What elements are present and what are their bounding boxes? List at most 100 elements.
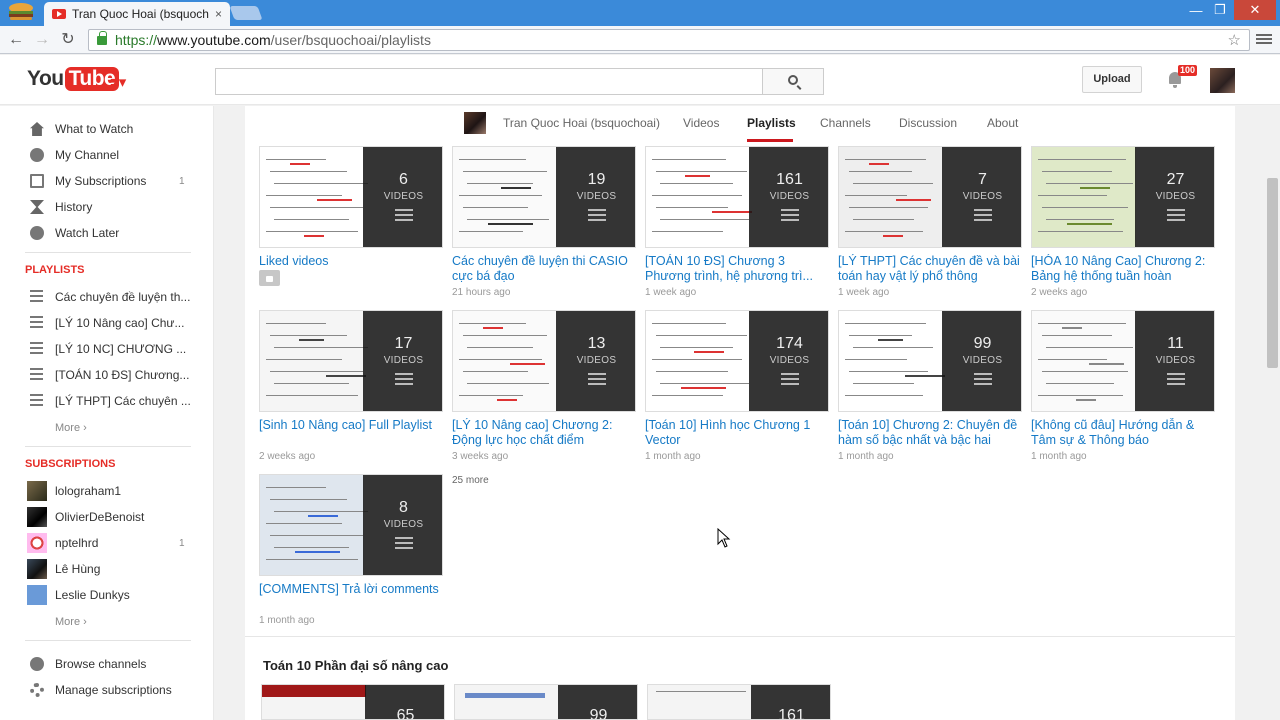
sidebar-item-what-to-watch[interactable]: What to Watch bbox=[0, 116, 214, 142]
playlist-thumbnail[interactable]: 11 VIDEOS bbox=[1031, 310, 1215, 412]
sidebar-playlist-item[interactable]: [LÝ 10 NC] CHƯƠNG ... bbox=[0, 336, 214, 362]
playlist-thumbnail[interactable]: 99 VIDEOS bbox=[838, 310, 1022, 412]
playlist-title-link[interactable]: [Sinh 10 Nâng cao] Full Playlist bbox=[259, 418, 443, 433]
subscription-avatar bbox=[27, 481, 47, 501]
playlist-card[interactable]: 174 VIDEOS [Toán 10] Hình học Chương 1 Vec… bbox=[645, 310, 829, 470]
youtube-logo[interactable]: You Tube bbox=[27, 67, 120, 91]
sidebar-item-manage-subscriptions[interactable]: Manage subscriptions bbox=[0, 677, 214, 703]
tab-close-icon[interactable]: × bbox=[215, 7, 222, 21]
browser-menu-icon[interactable] bbox=[1256, 32, 1272, 48]
playlist-card[interactable]: 161 VIDEOS [TOÁN 10 ĐS] Chương 3 Phương tr… bbox=[645, 146, 829, 306]
playlist-thumbnail[interactable]: 19 VIDEOS bbox=[452, 146, 636, 248]
sidebar-subscription-item[interactable]: Leslie Dunkys bbox=[0, 582, 214, 608]
playlist-updated-time: 1 month ago bbox=[259, 615, 315, 626]
playlist-icon bbox=[30, 290, 44, 304]
playlist-title-link[interactable]: Liked videos bbox=[259, 254, 443, 269]
upload-button[interactable]: Upload bbox=[1082, 66, 1142, 93]
video-count: 13 bbox=[587, 335, 606, 352]
playlist-thumbnail[interactable]: 174 VIDEOS bbox=[645, 310, 829, 412]
thumbnail-overlay: 17 VIDEOS bbox=[363, 311, 442, 411]
thumbnail-overlay: 99 bbox=[558, 685, 637, 719]
tab-channels[interactable]: Channels bbox=[820, 116, 871, 130]
browser-tab[interactable]: Tran Quoc Hoai (bsquoch × bbox=[44, 2, 230, 26]
section-heading[interactable]: Toán 10 Phần đại số nâng cao bbox=[263, 658, 448, 673]
thumbnail-preview bbox=[453, 147, 557, 247]
sidebar-divider bbox=[25, 446, 191, 447]
playlist-title-link[interactable]: Các chuyên đề luyện thi CASIO cực bá đạo bbox=[452, 254, 636, 284]
sidebar-playlist-item[interactable]: [LÝ 10 Nâng cao] Chư... bbox=[0, 310, 214, 336]
sidebar-subscription-item[interactable]: nptelhrd 1 bbox=[0, 530, 214, 556]
maximize-button[interactable]: ❐ bbox=[1208, 0, 1232, 20]
section-playlist-thumbnail[interactable]: 65 bbox=[261, 684, 445, 720]
video-count: 27 bbox=[1166, 171, 1185, 188]
more-playlists-count[interactable]: 25 more bbox=[452, 475, 489, 486]
sidebar-playlist-item[interactable]: Các chuyên đề luyện th... bbox=[0, 284, 214, 310]
minimize-button[interactable]: — bbox=[1184, 0, 1208, 20]
forward-button[interactable]: → bbox=[32, 30, 52, 50]
playlist-title-link[interactable]: [COMMENTS] Trả lời comments bbox=[259, 582, 443, 597]
playlist-card[interactable]: 99 VIDEOS [Toán 10] Chương 2: Chuyên đề hà… bbox=[838, 310, 1022, 470]
playlist-title-link[interactable]: [Toán 10] Hình học Chương 1 Vector bbox=[645, 418, 829, 448]
playlist-card[interactable]: 17 VIDEOS [Sinh 10 Nâng cao] Full Playlist… bbox=[259, 310, 443, 470]
playlists-section-title[interactable]: PLAYLISTS bbox=[25, 264, 85, 276]
reload-button[interactable]: ↻ bbox=[58, 30, 78, 50]
tab-about[interactable]: About bbox=[987, 116, 1018, 130]
playlist-card[interactable]: 19 VIDEOS Các chuyên đề luyện thi CASIO cự… bbox=[452, 146, 636, 306]
playlist-card[interactable]: 8 VIDEOS [COMMENTS] Trả lời comments 1 mont… bbox=[259, 474, 443, 634]
tab-videos[interactable]: Videos bbox=[683, 116, 719, 130]
playlist-title-link[interactable]: [HÓA 10 Nâng Cao] Chương 2: Bảng hệ thốn… bbox=[1031, 254, 1215, 284]
sidebar-item-browse-channels[interactable]: Browse channels bbox=[0, 651, 214, 677]
sidebar-subscription-item[interactable]: lolograham1 bbox=[0, 478, 214, 504]
playlist-title-link[interactable]: [LÝ 10 Nâng cao] Chương 2: Động lực học … bbox=[452, 418, 636, 448]
playlist-thumbnail[interactable]: 17 VIDEOS bbox=[259, 310, 443, 412]
playlist-card[interactable]: 27 VIDEOS [HÓA 10 Nâng Cao] Chương 2: Bảng… bbox=[1031, 146, 1215, 306]
close-window-button[interactable]: ✕ bbox=[1234, 0, 1276, 20]
scrollbar-thumb[interactable] bbox=[1267, 178, 1278, 368]
sidebar-subscription-item[interactable]: OlivierDeBenoist bbox=[0, 504, 214, 530]
search-button[interactable] bbox=[762, 68, 824, 95]
playlist-card[interactable]: 7 VIDEOS [LÝ THPT] Các chuyên đề và bài to… bbox=[838, 146, 1022, 306]
account-avatar[interactable] bbox=[1210, 68, 1235, 93]
search-input[interactable] bbox=[215, 68, 763, 95]
new-tab-button[interactable] bbox=[229, 6, 263, 20]
playlist-icon bbox=[30, 316, 44, 330]
playlist-updated-time: 1 month ago bbox=[645, 451, 701, 462]
sidebar-playlist-item[interactable]: [TOÁN 10 ĐS] Chương... bbox=[0, 362, 214, 388]
subscriptions-more-link[interactable]: More › bbox=[55, 616, 87, 628]
section-playlist-thumbnail[interactable]: 161 bbox=[647, 684, 831, 720]
guide-menu-icon[interactable]: ≡▾ bbox=[110, 73, 126, 91]
playlist-title-link[interactable]: [Toán 10] Chương 2: Chuyên đề hàm số bậc… bbox=[838, 418, 1022, 448]
section-playlist-thumbnail[interactable]: 99 bbox=[454, 684, 638, 720]
thumbnail-overlay: 174 VIDEOS bbox=[749, 311, 828, 411]
playlist-card[interactable]: 6 VIDEOS Liked videos bbox=[259, 146, 443, 306]
playlist-updated-time: 3 weeks ago bbox=[452, 451, 509, 462]
tab-discussion[interactable]: Discussion bbox=[899, 116, 957, 130]
sidebar-subscription-item[interactable]: Lê Hùng bbox=[0, 556, 214, 582]
playlist-thumbnail[interactable]: 161 VIDEOS bbox=[645, 146, 829, 248]
bookmark-star-icon[interactable]: ☆ bbox=[1228, 31, 1241, 49]
back-button[interactable]: ← bbox=[6, 30, 26, 50]
gear-icon bbox=[30, 683, 44, 697]
sidebar-item-my-channel[interactable]: My Channel bbox=[0, 142, 214, 168]
playlist-card[interactable]: 11 VIDEOS [Không cũ đâu] Hướng dẫn & Tâm s… bbox=[1031, 310, 1215, 470]
playlist-thumbnail[interactable]: 6 VIDEOS bbox=[259, 146, 443, 248]
playlists-more-link[interactable]: More › bbox=[55, 422, 87, 434]
channel-name-link[interactable]: Tran Quoc Hoai (bsquochoai) bbox=[503, 116, 660, 130]
sidebar-item-history[interactable]: History bbox=[0, 194, 214, 220]
sidebar-playlist-item[interactable]: [LÝ THPT] Các chuyên ... bbox=[0, 388, 214, 414]
playlist-title-link[interactable]: [TOÁN 10 ĐS] Chương 3 Phương trình, hệ p… bbox=[645, 254, 829, 284]
playlist-thumbnail[interactable]: 13 VIDEOS bbox=[452, 310, 636, 412]
channel-avatar[interactable] bbox=[464, 112, 486, 134]
address-bar[interactable]: https://www.youtube.com/user/bsquochoai/… bbox=[88, 29, 1250, 51]
sidebar-item-my-subscriptions[interactable]: My Subscriptions 1 bbox=[0, 168, 214, 194]
tab-playlists[interactable]: Playlists bbox=[747, 116, 796, 130]
sidebar-item-watch-later[interactable]: Watch Later bbox=[0, 220, 214, 246]
playlist-thumbnail[interactable]: 27 VIDEOS bbox=[1031, 146, 1215, 248]
playlist-title-link[interactable]: [Không cũ đâu] Hướng dẫn & Tâm sự & Thôn… bbox=[1031, 418, 1215, 448]
playlist-thumbnail[interactable]: 8 VIDEOS bbox=[259, 474, 443, 576]
playlist-thumbnail[interactable]: 7 VIDEOS bbox=[838, 146, 1022, 248]
playlist-card[interactable]: 13 VIDEOS [LÝ 10 Nâng cao] Chương 2: Động … bbox=[452, 310, 636, 470]
playlist-title-link[interactable]: [LÝ THPT] Các chuyên đề và bài toán hay … bbox=[838, 254, 1022, 284]
url-text: https://www.youtube.com/user/bsquochoai/… bbox=[115, 32, 431, 48]
subscriptions-section-title[interactable]: SUBSCRIPTIONS bbox=[25, 458, 115, 470]
